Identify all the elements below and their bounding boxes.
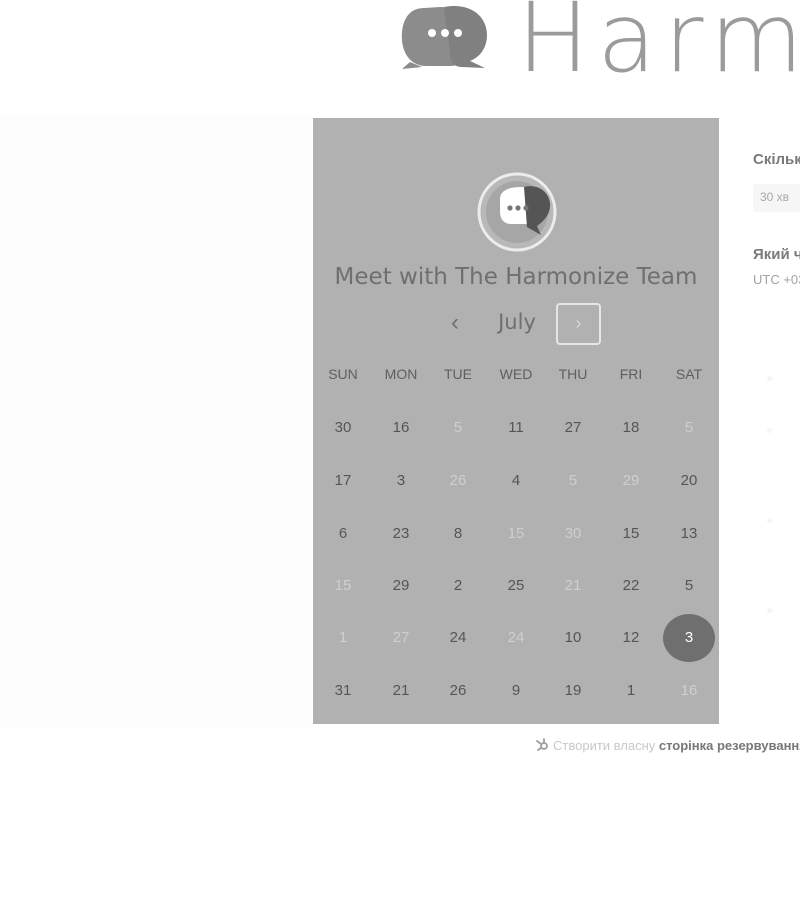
team-avatar-icon	[477, 172, 557, 252]
calendar-day: 24	[507, 629, 525, 646]
calendar-day[interactable]: 17	[317, 457, 369, 505]
weekday-label: SAT	[675, 366, 703, 382]
calendar-day: 26	[449, 472, 467, 489]
weekday-label: THU	[558, 366, 588, 382]
calendar-day[interactable]: 1	[605, 667, 657, 715]
month-navigation: ‹ July ›	[313, 302, 719, 346]
calendar-day: 29	[622, 472, 640, 489]
calendar-day[interactable]: 6	[317, 510, 369, 558]
brand-name: Harmonize	[517, 0, 800, 94]
calendar-day[interactable]: 3	[375, 457, 427, 505]
footer-link-text[interactable]: сторінка резервування	[659, 738, 800, 753]
duration-label: Скільки	[753, 151, 800, 168]
calendar-day[interactable]: 19	[547, 667, 599, 715]
calendar-day[interactable]: 22	[605, 562, 657, 610]
calendar-day[interactable]: 30	[317, 404, 369, 452]
weekday-label: SUN	[328, 366, 358, 382]
weekday-header: SUN MON TUE WED THU FRI SAT	[313, 366, 719, 386]
time-slot-marker	[767, 376, 772, 381]
calendar-day[interactable]: 2	[432, 562, 484, 610]
meeting-title: Meet with The Harmonize Team	[334, 264, 698, 290]
calendar-day: 27	[392, 629, 410, 646]
calendar-day: 1	[338, 629, 348, 646]
calendar-day[interactable]: 20	[663, 457, 715, 505]
calendar-day: 21	[564, 577, 582, 594]
calendar-day[interactable]: 18	[605, 404, 657, 452]
month-label: July	[498, 310, 536, 334]
day-grid: 30 16 5 11 27 18 5 17 3 26 4 5 29 20 6 23 8 15 30 15 13 15 29 2…	[313, 403, 719, 719]
calendar-day: 16	[680, 682, 698, 699]
time-slot-marker	[767, 428, 772, 433]
calendar-day[interactable]: 29	[375, 562, 427, 610]
page-header: Harmonize	[0, 0, 800, 112]
calendar-day[interactable]: 27	[547, 404, 599, 452]
time-label: Який час	[753, 246, 800, 263]
harmonize-logo	[401, 5, 487, 69]
calendar-day[interactable]: 8	[432, 510, 484, 558]
calendar-day: 5	[453, 419, 463, 436]
weekday-label: TUE	[444, 366, 472, 382]
calendar-day[interactable]: 26	[432, 667, 484, 715]
next-month-button[interactable]: ›	[556, 303, 601, 345]
calendar-day: 30	[564, 525, 582, 542]
calendar-day[interactable]: 13	[663, 510, 715, 558]
calendar-day[interactable]: 16	[375, 404, 427, 452]
calendar-day[interactable]: 11	[490, 404, 542, 452]
calendar-panel: Meet with The Harmonize Team ‹ July › SU…	[313, 118, 719, 724]
calendar-day[interactable]: 15	[605, 510, 657, 558]
calendar-day[interactable]: 9	[490, 667, 542, 715]
calendar-day[interactable]: 31	[317, 667, 369, 715]
selected-calendar-day[interactable]: 3	[663, 614, 715, 662]
calendar-day[interactable]: 10	[547, 614, 599, 662]
calendar-day[interactable]: 12	[605, 614, 657, 662]
calendar-day: 15	[334, 577, 352, 594]
calendar-day[interactable]: 21	[375, 667, 427, 715]
previous-month-button[interactable]: ‹	[441, 310, 469, 338]
calendar-day[interactable]: 23	[375, 510, 427, 558]
weekday-label: MON	[384, 366, 418, 382]
calendar-day: 5	[684, 419, 694, 436]
calendar-day[interactable]: 4	[490, 457, 542, 505]
footer-prefix: Створити власну	[553, 738, 659, 753]
timezone-value[interactable]: UTC +03:00	[753, 272, 800, 287]
weekday-label: FRI	[619, 366, 643, 382]
calendar-day[interactable]: 5	[663, 562, 715, 610]
duration-value: 30 хв	[760, 190, 790, 204]
left-panel	[0, 114, 312, 728]
calendar-day: 5	[568, 472, 578, 489]
calendar-day: 15	[507, 525, 525, 542]
weekday-label: WED	[499, 366, 533, 382]
create-booking-page-link[interactable]: Створити власну сторінка резервування	[536, 738, 800, 755]
time-slot-marker	[767, 608, 772, 613]
calendar-day[interactable]: 25	[490, 562, 542, 610]
time-slot-marker	[767, 518, 772, 523]
calendar-day[interactable]: 24	[432, 614, 484, 662]
booking-options-panel: Скільки 30 хв Який час UTC +03:00	[735, 118, 800, 724]
sprocket-icon	[536, 738, 550, 755]
